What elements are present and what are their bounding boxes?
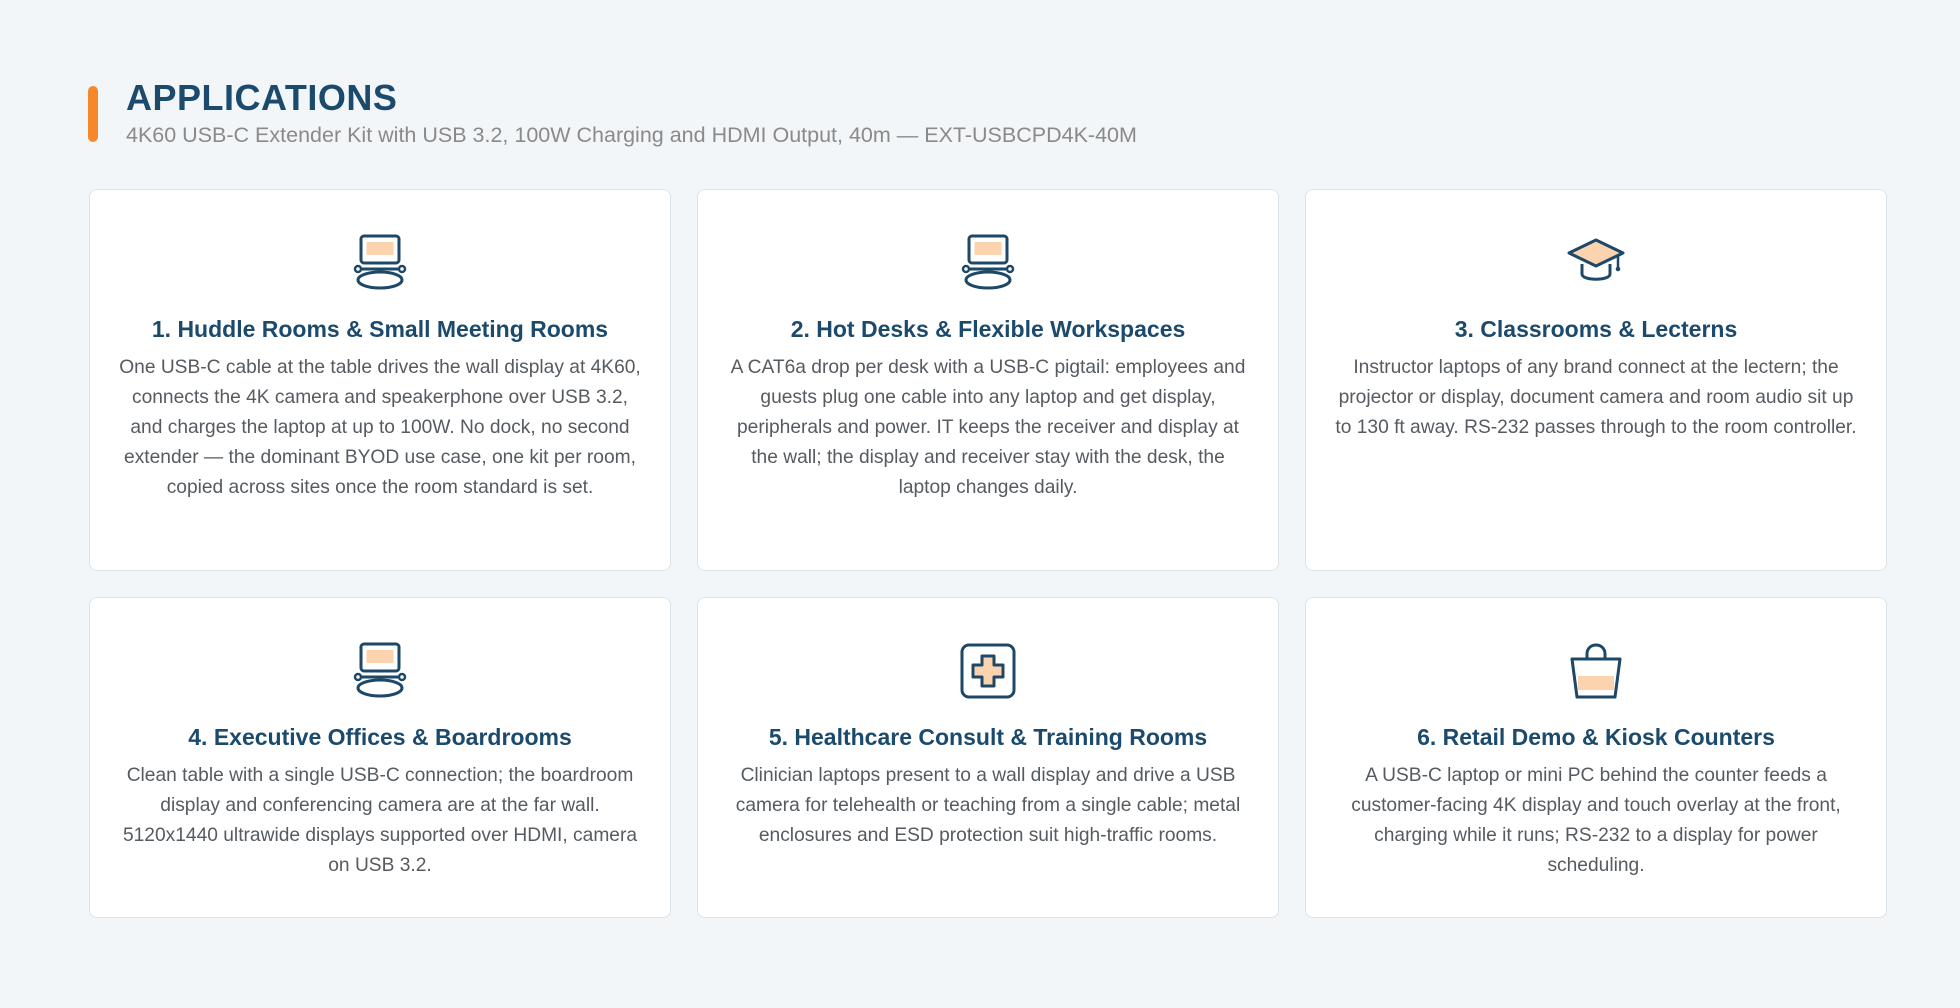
- card-description: Clinician laptops present to a wall disp…: [735, 764, 1241, 846]
- card-title: 4. Executive Offices & Boardrooms: [188, 724, 572, 750]
- application-card-huddle-rooms: 1. Huddle Rooms & Small Meeting Rooms On…: [89, 189, 671, 571]
- card-description: One USB-C cable at the table drives the …: [119, 356, 641, 498]
- application-card-retail: 6. Retail Demo & Kiosk Counters A USB-C …: [1305, 597, 1887, 918]
- card-title: 3. Classrooms & Lecterns: [1454, 316, 1738, 342]
- application-card-classrooms: 3. Classrooms & Lecterns Instructor lapt…: [1305, 189, 1887, 571]
- card-title: 6. Retail Demo & Kiosk Counters: [1417, 724, 1775, 750]
- accent-bar: [88, 86, 98, 142]
- applications-grid: 1. Huddle Rooms & Small Meeting Rooms On…: [89, 189, 1887, 918]
- application-card-healthcare: 5. Healthcare Consult & Training Rooms C…: [697, 597, 1279, 918]
- card-title: 2. Hot Desks & Flexible Workspaces: [790, 316, 1186, 342]
- laptop-on-table-icon: [353, 642, 407, 698]
- application-card-hot-desks: 2. Hot Desks & Flexible Workspaces A CAT…: [697, 189, 1279, 571]
- shopping-bag-icon: [1570, 643, 1622, 699]
- card-description: Clean table with a single USB-C connecti…: [122, 764, 638, 876]
- graduation-cap-icon: [1567, 238, 1625, 281]
- medical-cross-icon: [960, 643, 1016, 699]
- page-title: APPLICATIONS: [126, 77, 398, 118]
- laptop-on-table-icon: [961, 234, 1015, 290]
- card-title: 1. Huddle Rooms & Small Meeting Rooms: [151, 316, 609, 342]
- page-header: APPLICATIONS 4K60 USB-C Extender Kit wit…: [88, 77, 1888, 147]
- card-description: A CAT6a drop per desk with a USB-C pigta…: [730, 356, 1246, 498]
- application-card-executive-offices: 4. Executive Offices & Boardrooms Clean …: [89, 597, 671, 918]
- card-title: 5. Healthcare Consult & Training Rooms: [768, 724, 1208, 750]
- laptop-on-table-icon: [353, 234, 407, 290]
- card-description: A USB-C laptop or mini PC behind the cou…: [1351, 764, 1841, 876]
- page-subtitle: 4K60 USB-C Extender Kit with USB 3.2, 10…: [126, 123, 1137, 147]
- card-description: Instructor laptops of any brand connect …: [1335, 356, 1857, 438]
